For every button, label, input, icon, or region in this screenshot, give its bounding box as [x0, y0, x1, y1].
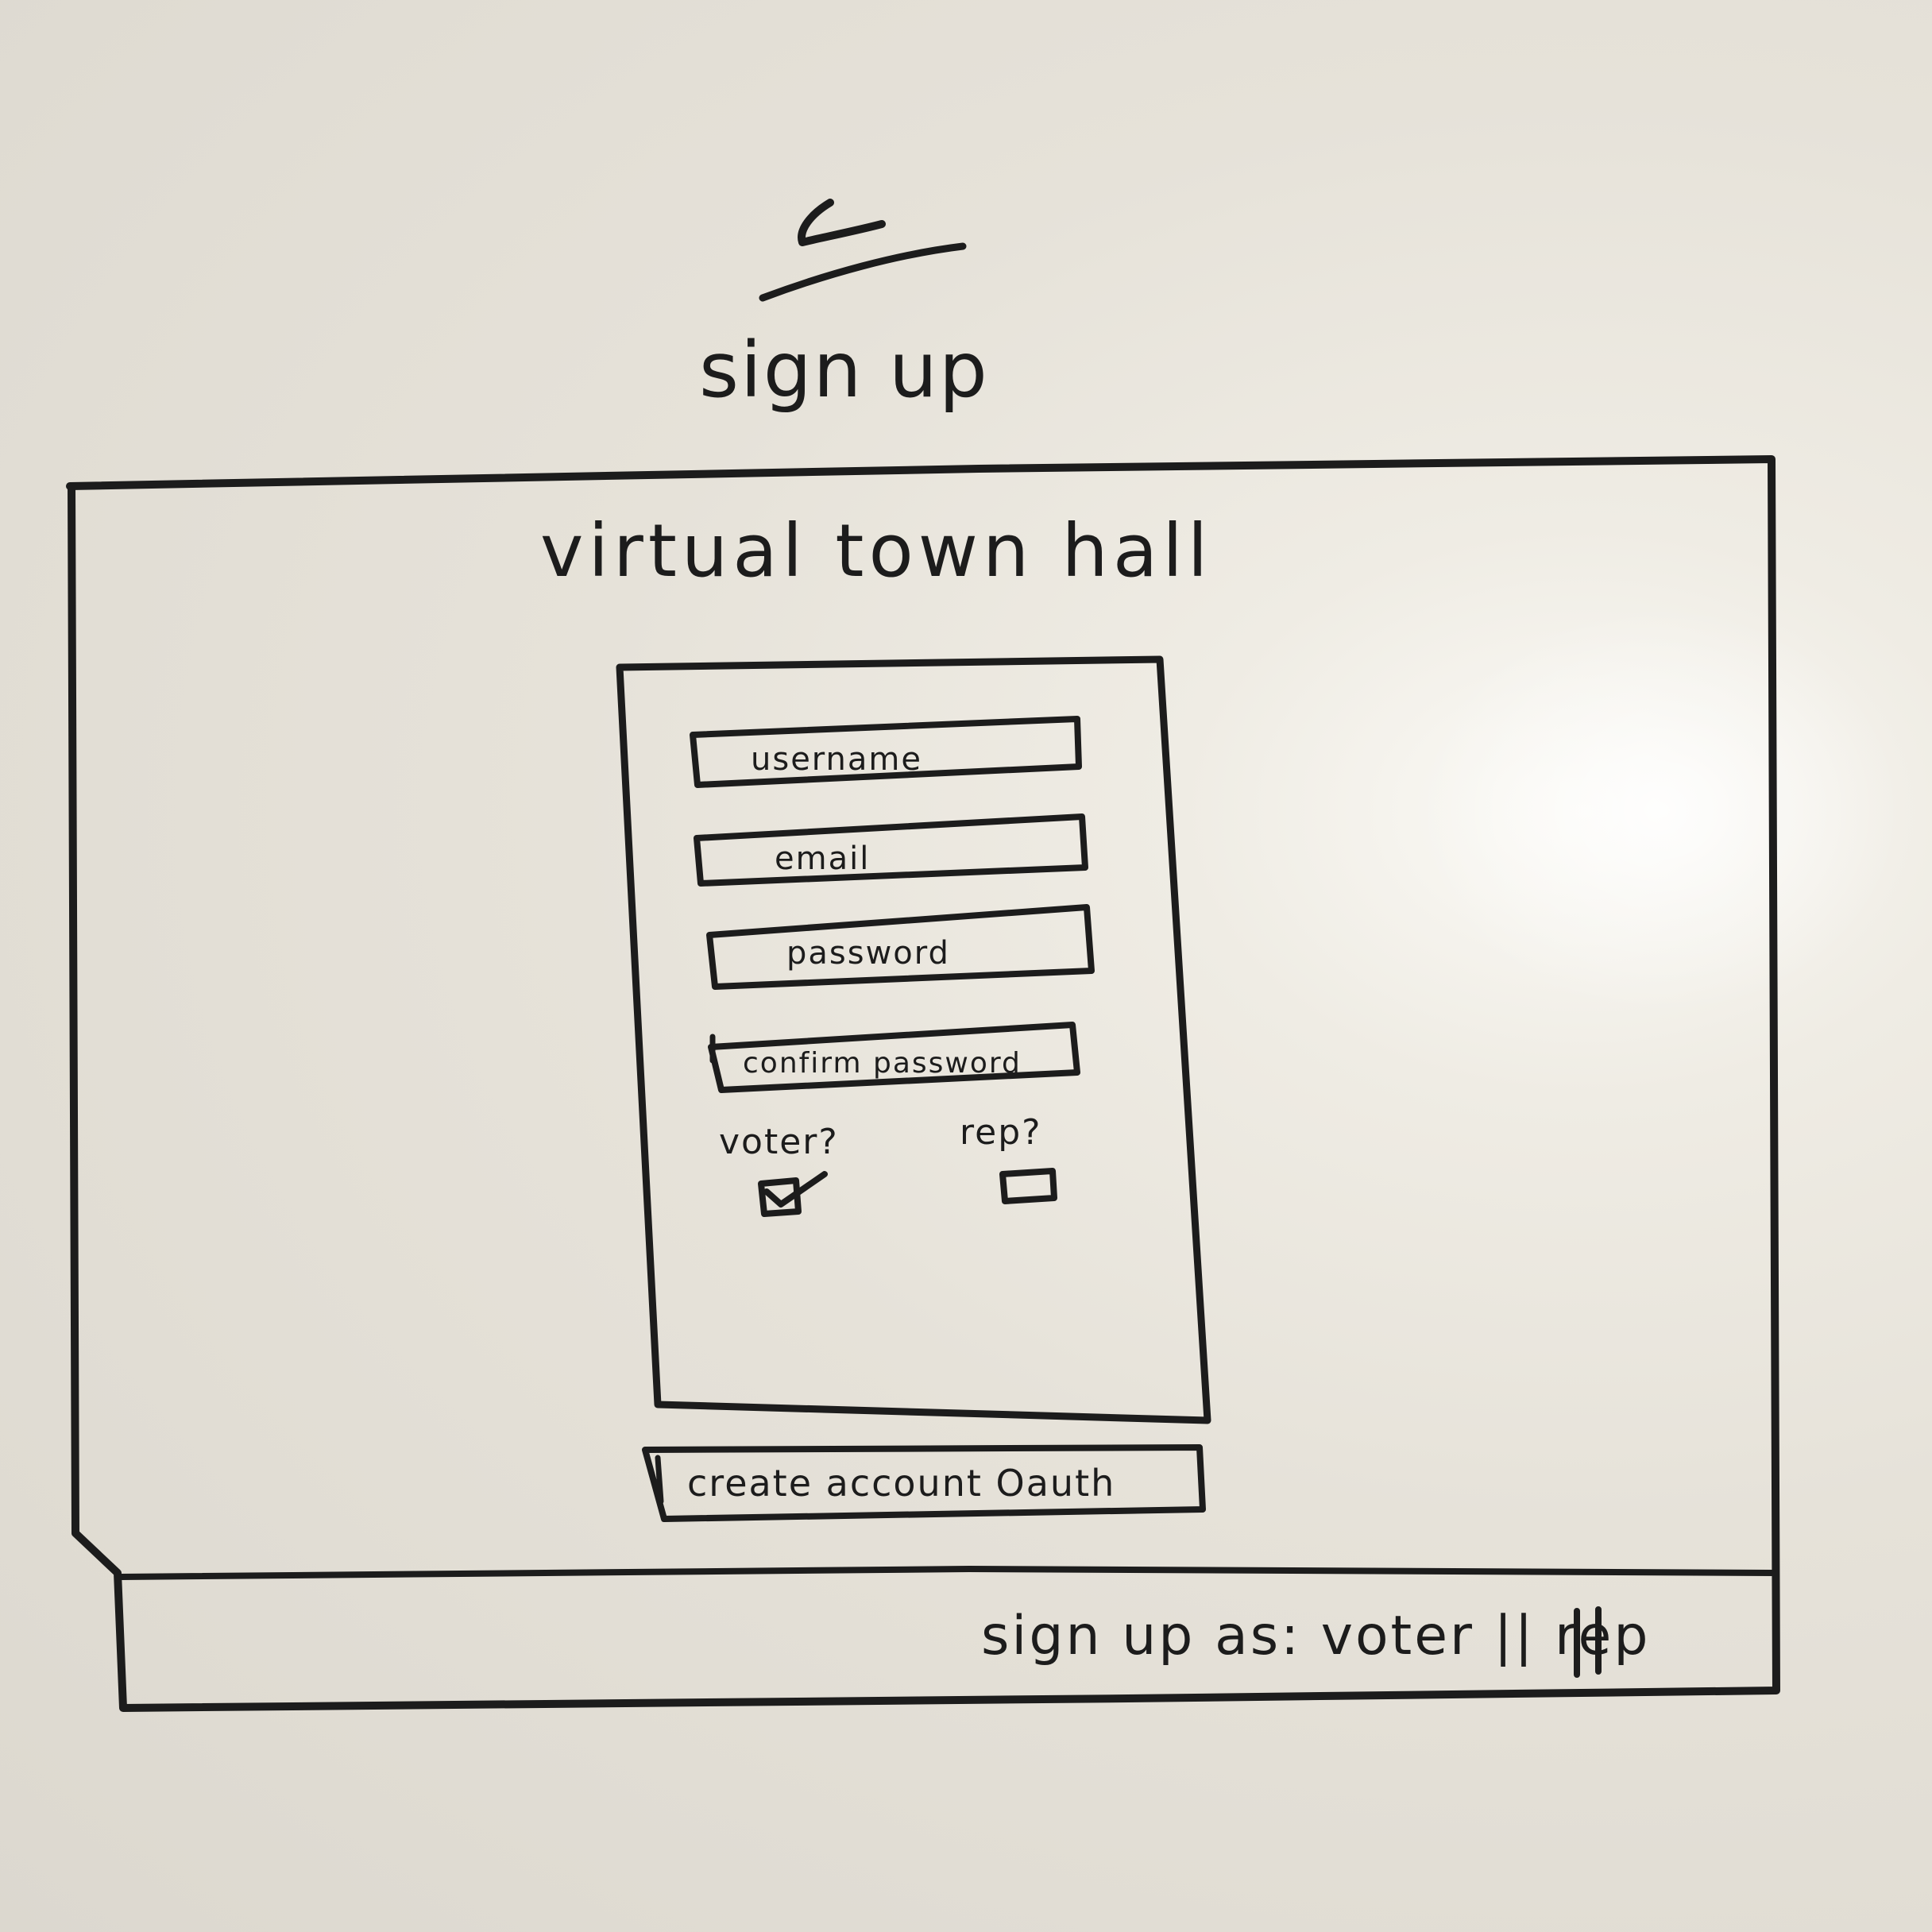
confirm-password-placeholder: confirm password	[743, 1047, 1022, 1080]
email-input[interactable]	[697, 820, 1085, 882]
rep-checkbox-label: rep?	[960, 1112, 1042, 1153]
password-placeholder: password	[786, 935, 950, 972]
voter-checkbox-label: voter?	[719, 1122, 839, 1162]
email-placeholder: email	[775, 840, 871, 877]
app-title: virtual town hall	[540, 508, 1213, 593]
voter-checkbox[interactable]	[759, 1171, 829, 1217]
page-heading: sign up	[699, 326, 989, 415]
footer-signup-as[interactable]: sign up as: voter || rep	[981, 1605, 1651, 1667]
username-placeholder: username	[751, 741, 922, 778]
heading-underline	[759, 242, 967, 302]
back-mark-icon	[798, 199, 886, 246]
create-account-label: create account Oauth	[687, 1462, 1116, 1505]
rep-checkbox[interactable]	[999, 1168, 1058, 1204]
footer-divider	[118, 1566, 1776, 1580]
